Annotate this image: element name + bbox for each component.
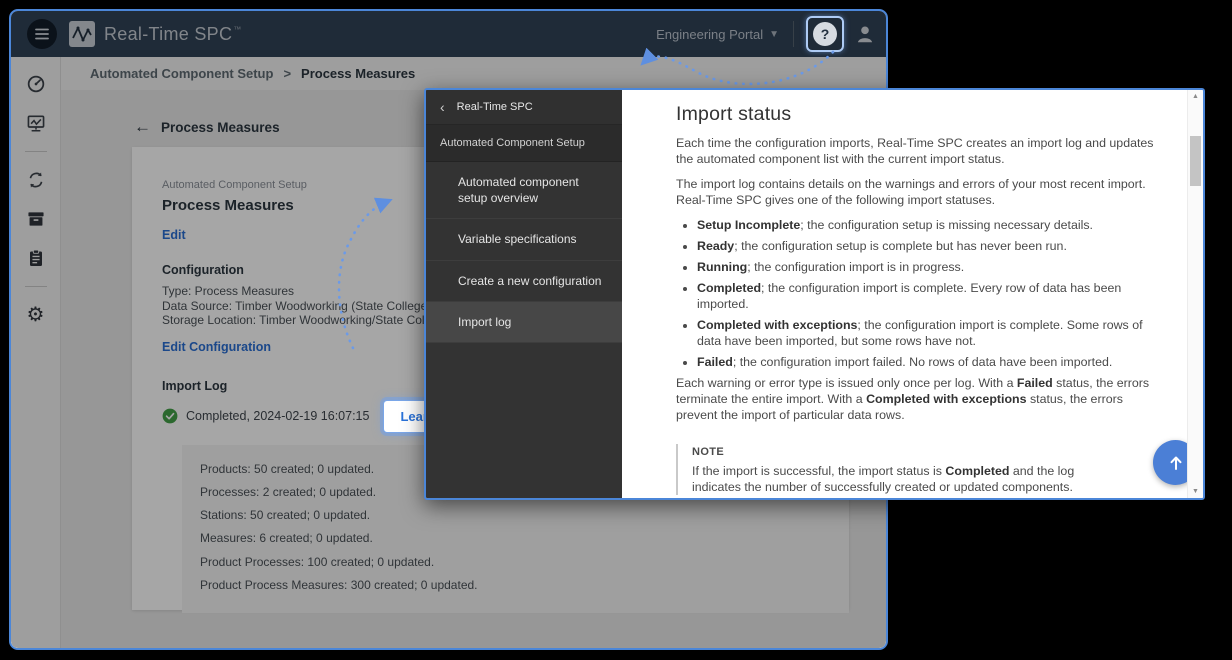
help-paragraph-2: The import log contains details on the w…	[676, 176, 1167, 208]
help-nav: ‹ Real-Time SPC Automated Component Setu…	[426, 90, 622, 498]
status-bullet-list: Setup Incomplete; the configuration setu…	[676, 217, 1167, 370]
status-bullet: Running; the configuration import is in …	[697, 259, 1167, 275]
status-bullet: Completed with exceptions; the configura…	[697, 317, 1167, 349]
help-nav-item[interactable]: Create a new configuration	[426, 261, 622, 302]
help-nav-back-label: Real-Time SPC	[457, 101, 533, 113]
status-bullet: Completed; the configuration import is c…	[697, 280, 1167, 312]
help-nav-item[interactable]: Automated component setup overview	[426, 162, 622, 219]
status-bullet: Ready; the configuration setup is comple…	[697, 238, 1167, 254]
note-label: NOTE	[692, 444, 1122, 460]
help-nav-section: Automated Component Setup	[426, 125, 622, 162]
help-paragraph-3: Each warning or error type is issued onl…	[676, 375, 1167, 423]
help-nav-item[interactable]: Variable specifications	[426, 219, 622, 260]
help-article: Import status Each time the configuratio…	[622, 90, 1203, 498]
note-block: NOTE If the import is successful, the im…	[676, 444, 1122, 495]
chevron-left-icon: ‹	[440, 99, 445, 115]
help-article-title: Import status	[676, 106, 1167, 122]
help-icon: ?	[813, 22, 837, 46]
scrollbar-up-icon[interactable]: ▲	[1188, 93, 1203, 100]
help-paragraph-1: Each time the configuration imports, Rea…	[676, 135, 1167, 167]
help-panel: ‹ Real-Time SPC Automated Component Setu…	[424, 88, 1205, 500]
note-text: If the import is successful, the import …	[692, 463, 1122, 495]
status-bullet: Failed; the configuration import failed.…	[697, 354, 1167, 370]
scroll-to-top-icon	[1167, 454, 1185, 472]
scrollbar-thumb[interactable]	[1190, 136, 1201, 186]
screenshot-canvas: Real-Time SPC™ Engineering Portal ▼ ?	[0, 0, 1232, 660]
scrollbar-down-icon[interactable]: ▼	[1188, 488, 1203, 495]
help-scrollbar[interactable]: ▲ ▼	[1187, 90, 1203, 498]
help-nav-item[interactable]: Import log	[426, 302, 622, 343]
help-nav-back[interactable]: ‹ Real-Time SPC	[426, 90, 622, 125]
status-bullet: Setup Incomplete; the configuration setu…	[697, 217, 1167, 233]
help-button-highlight[interactable]: ?	[806, 16, 844, 52]
